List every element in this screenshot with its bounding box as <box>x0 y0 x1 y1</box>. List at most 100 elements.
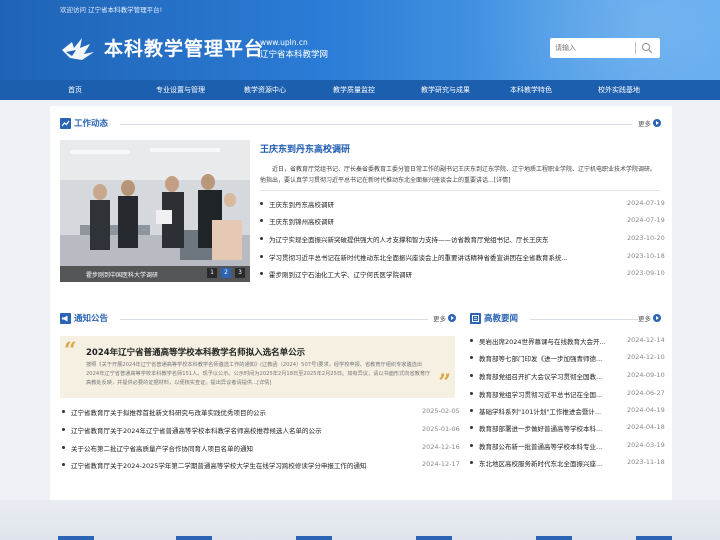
bullet-icon <box>62 428 65 431</box>
feature-photo[interactable]: 霍步刚到中国医科大学调研 <box>60 140 250 282</box>
more-link-work[interactable]: 更多 <box>638 118 651 128</box>
section-rule <box>530 319 638 320</box>
band-tab <box>636 536 672 540</box>
list-item[interactable]: 基础学科系列"101计划"工作推进会暨计... 2024-04-19 <box>470 406 665 418</box>
search-input[interactable] <box>555 41 633 55</box>
list-item-date: 2024-04-18 <box>627 423 665 431</box>
list-item-title[interactable]: 教育部党组召开扩大会议学习贯彻全国教... <box>479 371 619 381</box>
list-item[interactable]: 教育部等七部门印发《进一步加强青师德... 2024-12-10 <box>470 353 665 365</box>
more-arrow-icon[interactable] <box>653 119 661 127</box>
more-link-news[interactable]: 更多 <box>638 313 651 323</box>
more-arrow-icon[interactable] <box>448 314 456 322</box>
list-item[interactable]: 教育部部署进一步做好普通高等学校本科... 2024-04-18 <box>470 423 665 435</box>
photo-caption: 霍步刚到中国医科大学调研 <box>86 272 159 279</box>
nav-item-practice[interactable]: 校外实践基地 <box>598 80 640 100</box>
quote-open-icon: “ <box>64 338 77 364</box>
list-item-title[interactable]: 教育部等七部门印发《进一步加强青师德... <box>479 353 619 363</box>
section-header-work: 工作动态 更多 <box>60 117 662 131</box>
nav-item-resources[interactable]: 教学资源中心 <box>244 80 286 100</box>
list-item-title[interactable]: 教育部党组学习贯彻习近平总书记在全国... <box>479 389 619 399</box>
bullet-icon <box>470 356 473 359</box>
bullet-icon <box>470 339 473 342</box>
bullet-icon <box>470 461 473 464</box>
list-item[interactable]: 辽宁省教育厅关于2024年辽宁省普通高等学校本科教学名师高校推荐候选人名单的公示… <box>62 425 460 437</box>
list-item-title[interactable]: 辽宁省教育厅关于拟推荐首批新文科研究与改革实践优秀项目的公示 <box>71 407 416 417</box>
list-item-title[interactable]: 关于公布第二批辽宁省高质量产学合作协同育人项目名单的通知 <box>71 443 416 453</box>
nav-item-home[interactable]: 首页 <box>68 80 82 100</box>
nav-item-quality[interactable]: 教学质量监控 <box>333 80 375 100</box>
list-item[interactable]: 辽宁省教育厅关于拟推荐首批新文科研究与改革实践优秀项目的公示 2025-02-0… <box>62 407 460 419</box>
bottom-band <box>0 500 720 540</box>
list-item-title[interactable]: 东北地区高校服务新时代东北全面振兴座... <box>479 458 619 468</box>
list-item-title[interactable]: 霍步刚到辽宁石油化工大学、辽宁何氏医学院调研 <box>269 269 614 279</box>
band-tab <box>536 536 572 540</box>
list-item-date: 2024-12-17 <box>422 460 460 468</box>
feature-divider <box>260 190 660 191</box>
more-link-notice[interactable]: 更多 <box>433 313 446 323</box>
section-rule <box>120 319 428 320</box>
site-subtitle: 辽宁省本科教学网 <box>260 50 329 60</box>
list-item-title[interactable]: 辽宁省教育厅关于2024-2025学年第二学期普通高等学校大学生在线学习跨校修读… <box>71 460 416 470</box>
section-title-news: 高教要闻 <box>484 314 519 324</box>
list-item[interactable]: 教育部公布新一批普通高等学校本科专业... 2024-03-19 <box>470 441 665 453</box>
list-item-title[interactable]: 王庆东到丹东高校调研 <box>269 199 614 209</box>
trend-icon <box>60 118 71 129</box>
search-separator <box>635 42 636 54</box>
nav-item-research[interactable]: 教学研究与成果 <box>421 80 470 100</box>
list-item[interactable]: 教育部党组学习贯彻习近平总书记在全国... 2024-06-27 <box>470 389 665 401</box>
feature-title[interactable]: 王庆东到丹东高校调研 <box>260 142 350 155</box>
bullet-icon <box>62 446 65 449</box>
bullet-icon <box>62 410 65 413</box>
photo-illustration <box>60 140 250 282</box>
list-item[interactable]: 王庆东到锦州高校调研 2024-07-19 <box>260 216 665 228</box>
list-item[interactable]: 为辽宁实现全面振兴新突破提供强大的人才支撑和智力支持——访省教育厅党组书记、厅长… <box>260 234 665 246</box>
notice-card-title[interactable]: 2024年辽宁省普通高等学校本科教学名师拟入选名单公示 <box>86 346 305 358</box>
slide-dot-1[interactable]: 1 <box>207 268 217 278</box>
list-item[interactable]: 东北地区高校服务新时代东北全面振兴座... 2023-11-18 <box>470 458 665 470</box>
search-icon[interactable] <box>641 42 653 54</box>
bullet-icon <box>260 237 263 240</box>
slide-dot-2[interactable]: 2 <box>221 268 231 278</box>
list-item-date: 2023-11-18 <box>627 458 665 466</box>
list-item[interactable]: 王庆东到丹东高校调研 2024-07-19 <box>260 199 665 211</box>
notice-feature-card[interactable]: “ 2024年辽宁省普通高等学校本科教学名师拟入选名单公示 按照《关于开展202… <box>60 336 455 398</box>
list-item-date: 2023-10-20 <box>627 234 665 242</box>
section-header-notice: 通知公告 更多 <box>60 312 456 326</box>
list-item[interactable]: 辽宁省教育厅关于2024-2025学年第二学期普通高等学校大学生在线学习跨校修读… <box>62 460 460 472</box>
main-nav: 首页 专业设置与管理 教学资源中心 教学质量监控 教学研究与成果 本科教学特色 … <box>0 80 720 100</box>
list-item-title[interactable]: 基础学科系列"101计划"工作推进会暨计... <box>479 406 619 416</box>
section-header-news: 高教要闻 更多 <box>470 312 662 326</box>
bullet-icon <box>260 272 263 275</box>
list-item-title[interactable]: 学习贯彻习近平总书记在新时代推动东北全面振兴座谈会上的重要讲话精神省委宣讲团在全… <box>269 252 614 262</box>
slide-dot-3[interactable]: 3 <box>235 268 245 278</box>
list-item[interactable]: 教育部党组召开扩大会议学习贯彻全国教... 2024-09-10 <box>470 371 665 383</box>
list-item-title[interactable]: 教育部公布新一批普通高等学校本科专业... <box>479 441 619 451</box>
section-rule <box>120 124 632 125</box>
list-item-date: 2024-03-19 <box>627 441 665 449</box>
list-item-date: 2025-01-06 <box>422 425 460 433</box>
list-item-title[interactable]: 辽宁省教育厅关于2024年辽宁省普通高等学校本科教学名师高校推荐候选人名单的公示 <box>71 425 416 435</box>
bullet-icon <box>470 426 473 429</box>
list-item-date: 2025-02-05 <box>422 407 460 415</box>
list-item-date: 2024-09-10 <box>627 371 665 379</box>
list-item-title[interactable]: 为辽宁实现全面振兴新突破提供强大的人才支撑和智力支持——访省教育厅党组书记、厅长… <box>269 234 614 244</box>
site-header: 欢迎访问 辽宁省本科教学管理平台! 本科教学管理平台 www.upln.cn 辽… <box>0 0 720 80</box>
list-item[interactable]: 吴岩出席2024世界慕课与在线教育大会开... 2024-12-14 <box>470 336 665 348</box>
section-title-work: 工作动态 <box>74 119 109 129</box>
list-item-title[interactable]: 吴岩出席2024世界慕课与在线教育大会开... <box>479 336 619 346</box>
site-title: 本科教学管理平台 <box>104 38 265 60</box>
nav-item-major[interactable]: 专业设置与管理 <box>156 80 205 100</box>
band-tab <box>296 536 332 540</box>
bullet-icon <box>470 409 473 412</box>
feature-description: 近日，省教育厅党组书记、厅长秦省委教育工委分管日常工作的副书记王庆东到辽东学院、… <box>260 166 657 184</box>
header-pattern <box>360 0 720 80</box>
bullet-icon <box>470 374 473 377</box>
more-arrow-icon[interactable] <box>653 314 661 322</box>
list-item-title[interactable]: 教育部部署进一步做好普通高等学校本科... <box>479 423 619 433</box>
nav-item-features[interactable]: 本科教学特色 <box>510 80 552 100</box>
list-item[interactable]: 学习贯彻习近平总书记在新时代推动东北全面振兴座谈会上的重要讲话精神省委宣讲团在全… <box>260 252 665 264</box>
list-item[interactable]: 关于公布第二批辽宁省高质量产学合作协同育人项目名单的通知 2024-12-16 <box>62 443 460 455</box>
list-item-title[interactable]: 王庆东到锦州高校调研 <box>269 216 614 226</box>
bullet-icon <box>260 219 263 222</box>
list-item[interactable]: 霍步刚到辽宁石油化工大学、辽宁何氏医学院调研 2023-09-10 <box>260 269 665 281</box>
